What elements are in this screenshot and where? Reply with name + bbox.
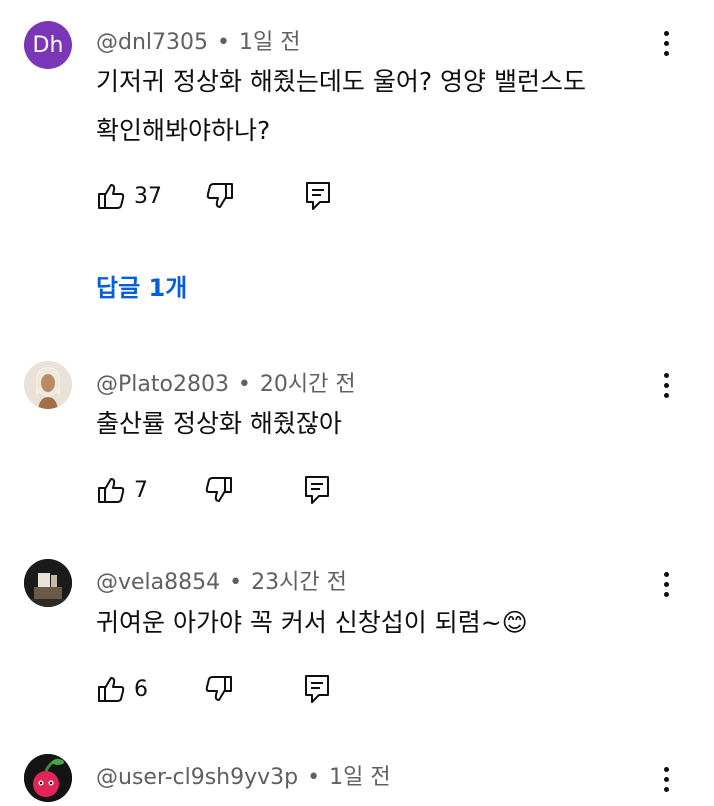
- like-button[interactable]: 6: [96, 674, 148, 704]
- avatar[interactable]: [24, 559, 72, 607]
- comment-text-line: 귀여운 아가야 꼭 커서 신창섭이 되렴~😊: [96, 608, 528, 637]
- reply-icon: [305, 675, 329, 703]
- reply-button[interactable]: [302, 474, 332, 506]
- dislike-button[interactable]: [205, 181, 235, 211]
- thumbs-up-icon: [98, 478, 125, 503]
- thumbs-up-icon: [98, 677, 125, 702]
- comment-meta: @user-cl9sh9yv3p • 1일 전: [96, 765, 391, 790]
- like-count: 37: [134, 183, 162, 209]
- comment-author[interactable]: @Plato2803: [96, 372, 229, 397]
- like-count: 6: [134, 676, 148, 702]
- comment-time[interactable]: 23시간 전: [251, 570, 347, 595]
- more-vert-icon[interactable]: [656, 566, 676, 602]
- reply-button[interactable]: [303, 180, 333, 212]
- avatar-initials: Dh: [32, 32, 64, 58]
- thumbs-down-icon: [205, 676, 232, 701]
- reply-icon: [306, 182, 330, 210]
- dislike-button[interactable]: [204, 674, 234, 704]
- reply-icon: [305, 476, 329, 504]
- comment-meta: @dnl7305 • 1일 전: [96, 30, 301, 55]
- reply-button[interactable]: [302, 673, 332, 705]
- comment-actions: 7: [96, 472, 332, 508]
- avatar[interactable]: [24, 754, 72, 802]
- avatar-image: [24, 361, 72, 409]
- comment-time[interactable]: 20시간 전: [260, 372, 356, 397]
- comment-author[interactable]: @user-cl9sh9yv3p: [96, 765, 298, 790]
- comment-text-line: 확인해봐야하나?: [96, 116, 271, 145]
- more-vert-icon[interactable]: [656, 367, 676, 403]
- comment-actions: 6: [96, 671, 332, 707]
- avatar[interactable]: [24, 361, 72, 409]
- view-replies-link[interactable]: 답글 1개: [96, 268, 187, 303]
- comment-text: 출산률 정상화 해줬잖아: [96, 399, 342, 448]
- dislike-button[interactable]: [204, 475, 234, 505]
- comment-time[interactable]: 1일 전: [329, 765, 390, 790]
- comment-author[interactable]: @dnl7305: [96, 30, 208, 55]
- avatar[interactable]: Dh: [24, 21, 72, 69]
- comment-meta: @Plato2803 • 20시간 전: [96, 372, 356, 397]
- like-count: 7: [134, 477, 148, 503]
- thumbs-down-icon: [206, 183, 233, 208]
- like-button[interactable]: 7: [96, 475, 148, 505]
- comment-text-line: 출산률 정상화 해줬잖아: [96, 409, 342, 438]
- avatar-image: [24, 559, 72, 607]
- more-vert-icon[interactable]: [656, 761, 676, 797]
- like-button[interactable]: 37: [96, 181, 162, 211]
- comment-time[interactable]: 1일 전: [239, 30, 300, 55]
- more-vert-icon[interactable]: [656, 25, 676, 61]
- avatar-image: [24, 754, 72, 802]
- thumbs-up-icon: [98, 184, 125, 209]
- thumbs-down-icon: [205, 477, 232, 502]
- comment-meta: @vela8854 • 23시간 전: [96, 570, 347, 595]
- comment-author[interactable]: @vela8854: [96, 570, 220, 595]
- comment-text: 기저귀 정상화 해줬는데도 울어? 영양 밸런스도 확인해봐야하나?: [96, 57, 586, 155]
- comment-text: 귀여운 아가야 꼭 커서 신창섭이 되렴~😊: [96, 598, 528, 647]
- comment-actions: 37: [96, 178, 333, 214]
- comment-text-line: 기저귀 정상화 해줬는데도 울어? 영양 밸런스도: [96, 67, 587, 96]
